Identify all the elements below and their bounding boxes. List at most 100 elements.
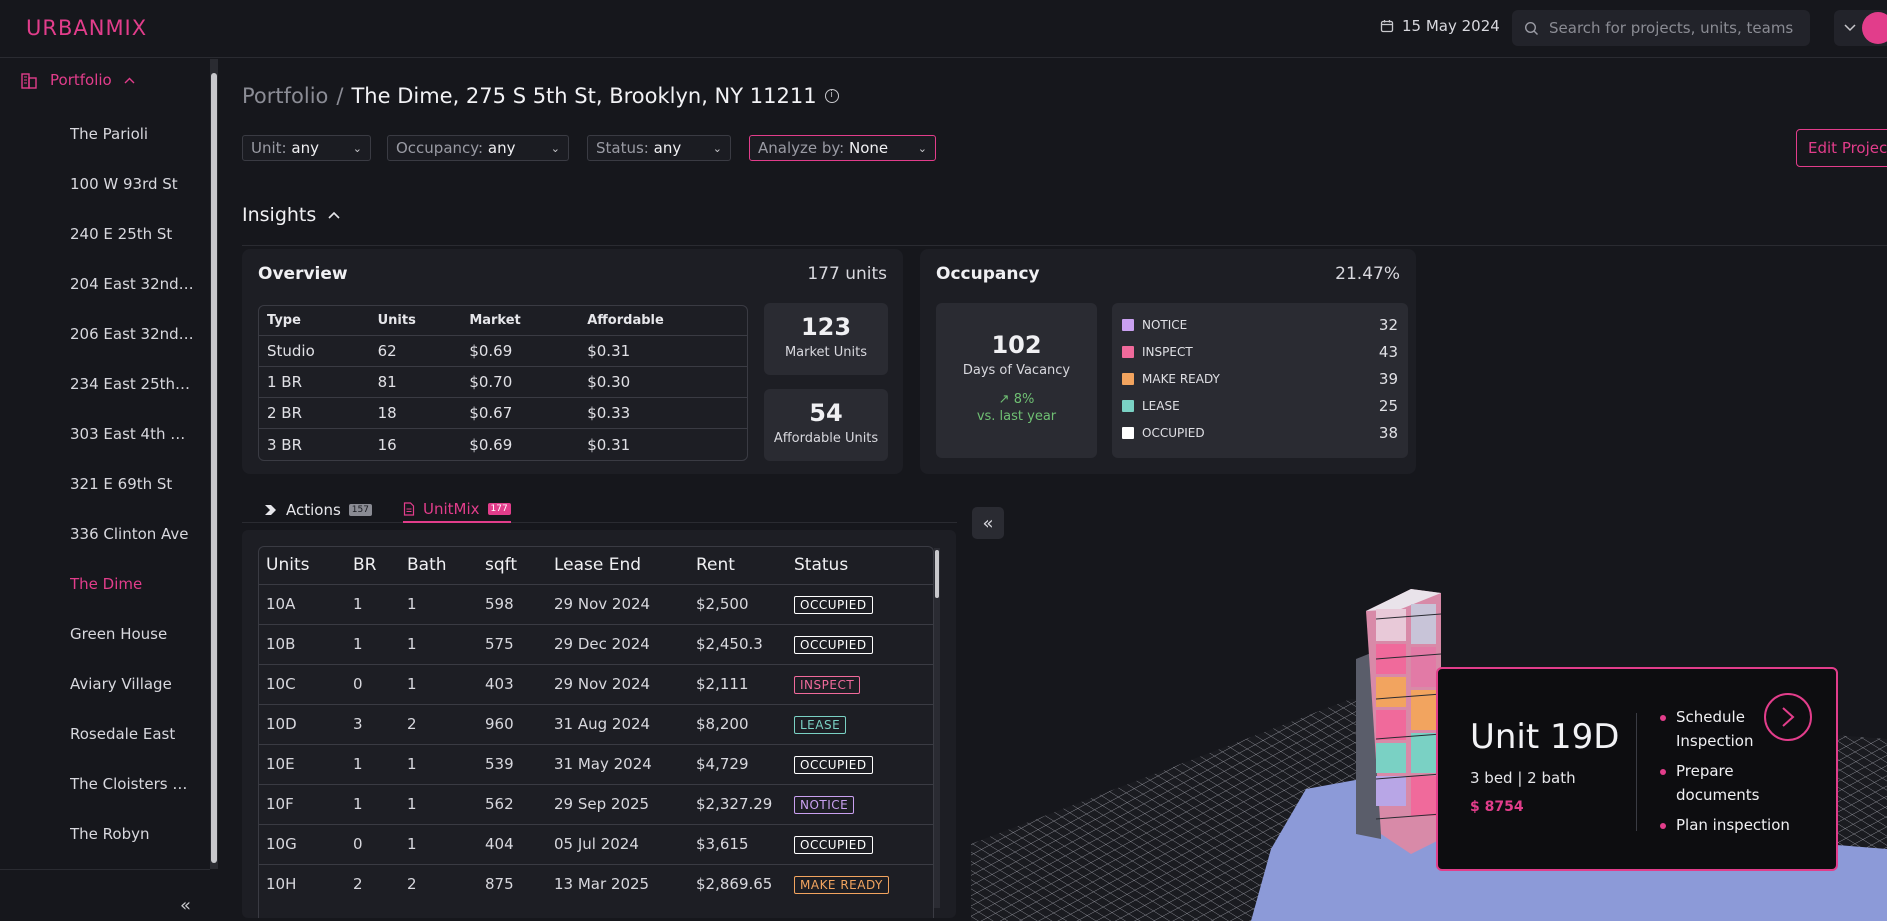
legend-count: 43 (1378, 342, 1398, 361)
unit-table-scroll-thumb[interactable] (935, 550, 939, 598)
sidebar-scroll-thumb[interactable] (211, 73, 217, 863)
table-row[interactable]: 10H 2 2 875 13 Mar 2025 $2,869.65 MAKE READY (258, 863, 934, 904)
insights-toggle[interactable]: Insights (242, 204, 340, 226)
table-row[interactable]: 10G 0 1 404 05 Jul 2024 $3,615 OCCUPIED (258, 823, 934, 864)
column-header[interactable]: sqft (477, 546, 546, 584)
sidebar-item-portfolio[interactable]: Portfolio (20, 71, 135, 89)
unit-table-scrollbar[interactable] (934, 548, 940, 908)
table-row[interactable]: 10B 1 1 575 29 Dec 2024 $2,450.3 OCCUPIED (258, 623, 934, 664)
app-logo[interactable]: URBANMIX (26, 16, 147, 40)
table-row[interactable]: 10C 0 1 403 29 Nov 2024 $2,111 INSPECT (258, 663, 934, 704)
sidebar-item[interactable]: Aviary Village (70, 659, 194, 709)
column-header: Market (461, 306, 580, 336)
popover-action-item[interactable]: Plan inspection (1660, 813, 1800, 837)
search-input[interactable] (1549, 19, 1799, 37)
table-cell: 1 (345, 583, 399, 624)
stat-label: Affordable Units (773, 431, 879, 446)
table-cell: $0.31 (579, 336, 747, 367)
filter-value: any (291, 139, 319, 157)
project-list: The Parioli 100 W 93rd St 240 E 25th St … (70, 109, 194, 859)
popover-unit-price: $ 8754 (1470, 799, 1524, 815)
column-header[interactable]: Lease End (546, 546, 688, 584)
table-cell: 29 Nov 2024 (546, 583, 688, 624)
popover-next-button[interactable] (1764, 693, 1812, 741)
filter-key: Unit: (251, 139, 287, 157)
popover-unit-spec: 3 bed | 2 bath (1470, 769, 1576, 787)
column-header[interactable]: Rent (688, 546, 786, 584)
column-header[interactable]: Units (258, 546, 345, 584)
legend-item: INSPECT 43 (1122, 338, 1398, 365)
building-icon (21, 73, 37, 89)
sidebar-item-active[interactable]: The Dime (70, 559, 194, 609)
chevron-down-icon: ⌄ (712, 141, 722, 155)
breadcrumb-root[interactable]: Portfolio (242, 84, 328, 108)
table-cell: $0.31 (587, 435, 631, 454)
search-box[interactable] (1512, 10, 1810, 46)
filter-occupancy[interactable]: Occupancy: any ⌄ (387, 135, 569, 161)
filter-status[interactable]: Status: any ⌄ (587, 135, 731, 161)
status-cell: MAKE READY (786, 863, 934, 904)
table-cell: 1 (399, 623, 477, 664)
table-row: Studio 62 $0.69 $0.31 (259, 336, 747, 367)
sidebar-item[interactable]: 240 E 25th St (70, 209, 194, 259)
info-icon[interactable]: i (824, 89, 839, 103)
table-cell: 2 (399, 863, 477, 904)
table-cell: 575 (477, 623, 546, 664)
table-row[interactable]: 10D 3 2 960 31 Aug 2024 $8,200 LEASE (258, 703, 934, 744)
table-cell: 05 Jul 2024 (546, 823, 688, 864)
column-header[interactable]: BR (345, 546, 399, 584)
overview-table: Type Units Market Affordable Studio 62 $… (258, 305, 748, 461)
sidebar-item[interactable]: 336 Clinton Ave (70, 509, 194, 559)
table-cell: 10G (258, 823, 345, 864)
avatar[interactable] (1862, 12, 1887, 44)
table-cell: $0.69 (469, 435, 513, 454)
table-cell: 539 (477, 743, 546, 784)
table-cell: $0.70 (461, 367, 580, 398)
filter-key: Analyze by: (758, 139, 845, 157)
legend-label: OCCUPIED (1142, 425, 1205, 440)
table-cell: Studio (259, 336, 370, 367)
sidebar-item[interactable]: 234 East 25th ST (70, 359, 194, 409)
table-cell: $0.67 (461, 398, 580, 429)
sidebar-item[interactable]: The Cloisters A... (70, 759, 194, 809)
sidebar-item[interactable]: The Parioli (70, 109, 194, 159)
table-cell: $2,450.3 (688, 623, 786, 664)
tab-actions[interactable]: Actions 157 (264, 497, 372, 523)
table-row[interactable]: 10A 1 1 598 29 Nov 2024 $2,500 OCCUPIED (258, 583, 934, 624)
sidebar-item[interactable]: 100 W 93rd St (70, 159, 194, 209)
column-header[interactable]: Bath (399, 546, 477, 584)
table-cell: 1 (345, 783, 399, 824)
table-row[interactable]: 10E 1 1 539 31 May 2024 $4,729 OCCUPIED (258, 743, 934, 784)
edit-project-button[interactable]: Edit Project (1796, 129, 1887, 167)
table-cell: $3,615 (688, 823, 786, 864)
table-cell: 1 (399, 583, 477, 624)
sidebar-item[interactable]: 204 East 32nd St (70, 259, 194, 309)
status-cell: INSPECT (786, 663, 934, 704)
vacancy-change-value: 8% (1013, 392, 1035, 407)
overview-units-total: 177 units (807, 264, 887, 284)
date-display[interactable]: 15 May 2024 (1380, 17, 1500, 35)
sidebar-item[interactable]: 206 East 32nd St (70, 309, 194, 359)
legend-label: MAKE READY (1142, 371, 1220, 386)
column-header[interactable]: Status (786, 546, 934, 584)
status-badge: OCCUPIED (794, 635, 873, 654)
table-cell: 29 Dec 2024 (546, 623, 688, 664)
chevron-up-icon (124, 77, 135, 83)
unit-table-card: Units BR Bath sqft Lease End Rent Status… (242, 530, 956, 918)
sidebar-scrollbar[interactable] (210, 59, 218, 869)
table-cell: 16 (377, 435, 397, 454)
occupancy-title: Occupancy (936, 264, 1040, 284)
table-row[interactable]: 10F 1 1 562 29 Sep 2025 $2,327.29 NOTICE (258, 783, 934, 824)
collapse-sidebar-icon[interactable]: « (180, 895, 191, 916)
sidebar-item[interactable]: Green House (70, 609, 194, 659)
filter-unit[interactable]: Unit: any ⌄ (242, 135, 371, 161)
sidebar-item[interactable]: 321 E 69th St (70, 459, 194, 509)
tab-unitmix[interactable]: UnitMix 177 (403, 497, 511, 523)
popover-action-item[interactable]: Prepare documents (1660, 759, 1800, 807)
sidebar-item[interactable]: 303 East 4th Str... (70, 409, 194, 459)
sidebar-item[interactable]: The Robyn (70, 809, 194, 859)
filter-analyze-by[interactable]: Analyze by: None ⌄ (749, 135, 936, 161)
sidebar-item[interactable]: Rosedale East (70, 709, 194, 759)
collapse-panel-button[interactable]: « (972, 507, 1004, 539)
status-cell: OCCUPIED (786, 583, 934, 624)
